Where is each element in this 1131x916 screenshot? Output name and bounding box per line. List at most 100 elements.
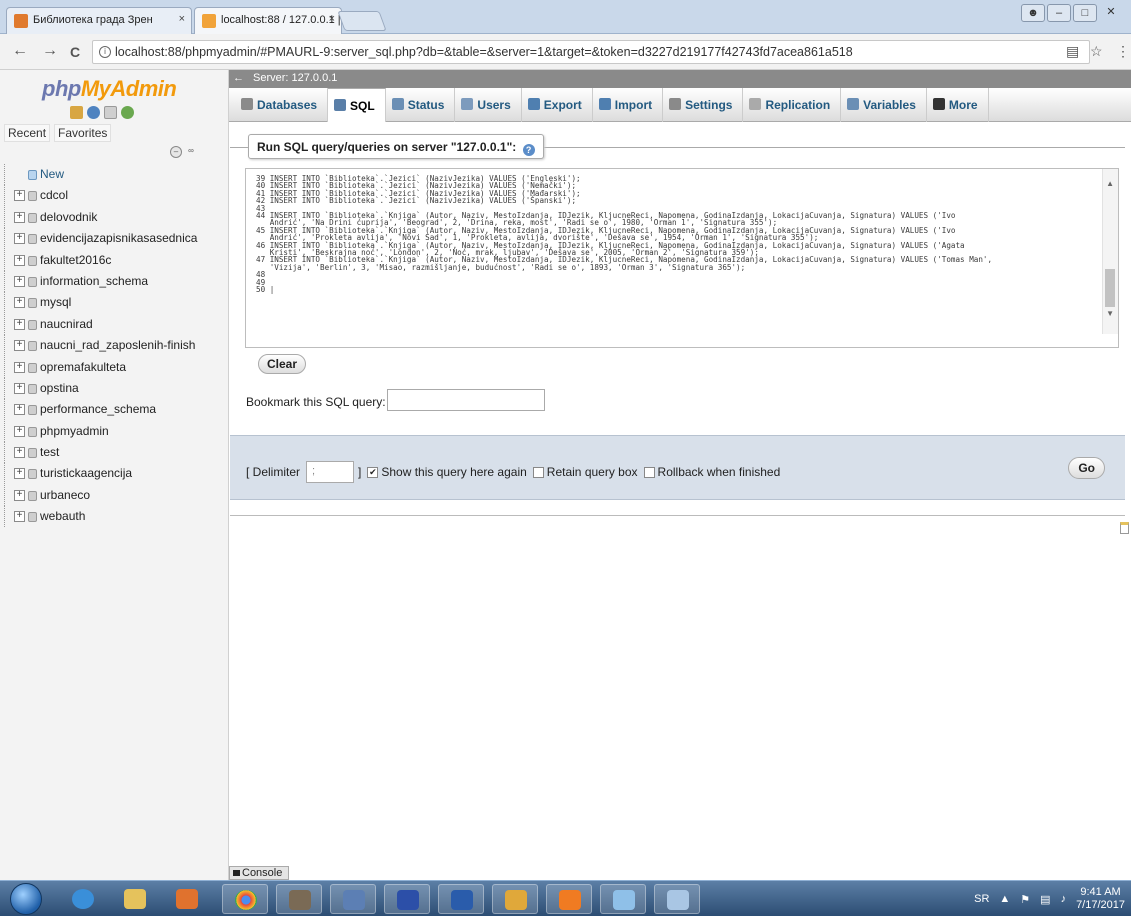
save-taskbar-icon[interactable] bbox=[384, 884, 430, 914]
home-icon[interactable] bbox=[70, 106, 83, 119]
menu-dots-icon[interactable]: ⋮ bbox=[1116, 43, 1130, 60]
delimiter-input[interactable]: ; bbox=[306, 461, 355, 483]
sql-query-editor[interactable]: 39 INSERT INTO `Biblioteka`.`Jezici` (Na… bbox=[245, 168, 1119, 348]
database-item[interactable]: + naucnirad bbox=[0, 313, 229, 335]
database-item[interactable]: + mysql bbox=[0, 292, 229, 314]
expand-icon[interactable]: + bbox=[14, 447, 25, 459]
language-indicator[interactable]: SR bbox=[974, 893, 989, 905]
tab-status[interactable]: Status bbox=[386, 87, 456, 122]
expand-icon[interactable]: + bbox=[14, 511, 25, 523]
explorer-taskbar-icon[interactable] bbox=[112, 884, 158, 914]
database-item[interactable]: + opstina bbox=[0, 377, 229, 399]
page-settings-icon[interactable] bbox=[1120, 522, 1129, 534]
server-breadcrumb[interactable]: Server: 127.0.0.1 bbox=[253, 72, 337, 84]
tab-import[interactable]: Import bbox=[593, 87, 664, 122]
ie-taskbar-icon[interactable] bbox=[60, 884, 106, 914]
window-taskbar-icon[interactable] bbox=[654, 884, 700, 914]
info-icon[interactable]: i bbox=[99, 46, 111, 58]
browser-tab-phpmyadmin[interactable]: localhost:88 / 127.0.0.1 | × bbox=[194, 7, 342, 34]
tray-arrow-icon[interactable]: ▲ bbox=[999, 893, 1010, 905]
expand-icon[interactable]: + bbox=[14, 233, 25, 245]
link-icon[interactable]: ∞ bbox=[185, 146, 197, 158]
logout-icon[interactable] bbox=[87, 106, 100, 119]
media-taskbar-icon[interactable] bbox=[164, 884, 210, 914]
database-item[interactable]: + fakultet2016c bbox=[0, 249, 229, 271]
console-toggle[interactable]: Console bbox=[229, 866, 289, 880]
tab-variables[interactable]: Variables bbox=[841, 87, 927, 122]
database-item[interactable]: + test bbox=[0, 442, 229, 464]
reload-button[interactable]: C bbox=[70, 44, 80, 60]
chrome-taskbar-icon[interactable] bbox=[222, 884, 268, 914]
reload-nav-icon[interactable] bbox=[121, 106, 134, 119]
tab-close-icon[interactable]: × bbox=[329, 13, 335, 25]
tab-more[interactable]: More bbox=[927, 87, 989, 122]
scroll-down-icon[interactable]: ▼ bbox=[1106, 309, 1114, 318]
database-item[interactable]: + phpmyadmin bbox=[0, 420, 229, 442]
clock[interactable]: 9:41 AM 7/17/2017 bbox=[1076, 886, 1125, 912]
retain-query-checkbox[interactable] bbox=[532, 466, 544, 478]
database-item[interactable]: + evidencijazapisnikasasednica bbox=[0, 228, 229, 250]
database-item[interactable]: + cdcol bbox=[0, 185, 229, 207]
collapse-all-icon[interactable]: – bbox=[170, 146, 182, 158]
app2-taskbar-icon[interactable] bbox=[492, 884, 538, 914]
expand-icon[interactable]: + bbox=[14, 382, 25, 394]
paint-taskbar-icon[interactable] bbox=[600, 884, 646, 914]
browser-tab-library[interactable]: Библиотека града Зрен × bbox=[6, 7, 192, 34]
tab-users[interactable]: Users bbox=[455, 87, 522, 122]
expand-icon[interactable]: + bbox=[14, 190, 25, 202]
network-icon[interactable]: ▤ bbox=[1040, 893, 1050, 906]
scroll-thumb[interactable] bbox=[1105, 269, 1115, 307]
maximize-button[interactable]: □ bbox=[1073, 4, 1097, 22]
expand-icon[interactable]: + bbox=[14, 340, 25, 352]
recent-tab[interactable]: Recent bbox=[4, 124, 51, 142]
tab-sql[interactable]: SQL bbox=[328, 87, 386, 122]
editor-scrollbar[interactable]: ▲ ▼ bbox=[1102, 169, 1118, 334]
close-window-button[interactable]: ✕ bbox=[1099, 4, 1123, 22]
expand-icon[interactable]: + bbox=[14, 361, 25, 373]
new-database-item[interactable]: New bbox=[0, 164, 229, 185]
gimp-taskbar-icon[interactable] bbox=[276, 884, 322, 914]
minimize-button[interactable]: – bbox=[1047, 4, 1071, 22]
word-taskbar-icon[interactable] bbox=[438, 884, 484, 914]
expand-icon[interactable]: + bbox=[14, 468, 25, 480]
user-icon[interactable]: ☻ bbox=[1021, 4, 1045, 22]
translate-icon[interactable]: ▤ bbox=[1066, 43, 1079, 60]
expand-icon[interactable]: + bbox=[14, 275, 25, 287]
tab-replication[interactable]: Replication bbox=[743, 87, 842, 122]
docs-icon[interactable] bbox=[104, 106, 117, 119]
back-button[interactable]: ← bbox=[12, 42, 28, 60]
expand-icon[interactable]: + bbox=[14, 425, 25, 437]
collapse-arrow-icon[interactable]: ← bbox=[233, 72, 244, 84]
help-icon[interactable]: ? bbox=[522, 144, 535, 156]
database-item[interactable]: + opremafakulteta bbox=[0, 356, 229, 378]
tab-export[interactable]: Export bbox=[522, 87, 593, 122]
start-button[interactable] bbox=[10, 883, 42, 915]
expand-icon[interactable]: + bbox=[14, 404, 25, 416]
expand-icon[interactable]: + bbox=[14, 318, 25, 330]
database-item[interactable]: + urbaneco bbox=[0, 484, 229, 506]
go-button[interactable]: Go bbox=[1068, 457, 1105, 479]
database-item[interactable]: + performance_schema bbox=[0, 399, 229, 421]
database-item[interactable]: + delovodnik bbox=[0, 206, 229, 228]
expand-icon[interactable]: + bbox=[14, 254, 25, 266]
database-item[interactable]: + webauth bbox=[0, 506, 229, 528]
tab-settings[interactable]: Settings bbox=[663, 87, 744, 122]
bookmark-star-icon[interactable]: ☆ bbox=[1090, 43, 1103, 60]
flag-icon[interactable]: ⚑ bbox=[1020, 893, 1030, 906]
app-taskbar-icon[interactable] bbox=[330, 884, 376, 914]
bookmark-input[interactable] bbox=[387, 389, 545, 411]
phpmyadmin-logo[interactable]: phpMyAdmin bbox=[42, 76, 177, 102]
database-item[interactable]: + naucni_rad_zaposlenih-finish bbox=[0, 335, 229, 357]
clear-button[interactable]: Clear bbox=[258, 354, 307, 374]
tab-close-icon[interactable]: × bbox=[179, 13, 185, 25]
expand-icon[interactable]: + bbox=[14, 297, 25, 309]
favorites-tab[interactable]: Favorites bbox=[54, 124, 112, 142]
forward-button[interactable]: → bbox=[42, 42, 58, 60]
url-input[interactable]: i localhost:88/phpmyadmin/#PMAURL-9:serv… bbox=[92, 40, 1090, 64]
database-item[interactable]: + information_schema bbox=[0, 270, 229, 292]
volume-icon[interactable]: ♪ bbox=[1061, 893, 1067, 905]
show-query-checkbox[interactable]: ✔ bbox=[367, 466, 379, 478]
expand-icon[interactable]: + bbox=[14, 211, 25, 223]
tab-databases[interactable]: Databases bbox=[235, 87, 329, 122]
rollback-checkbox[interactable] bbox=[643, 466, 655, 478]
